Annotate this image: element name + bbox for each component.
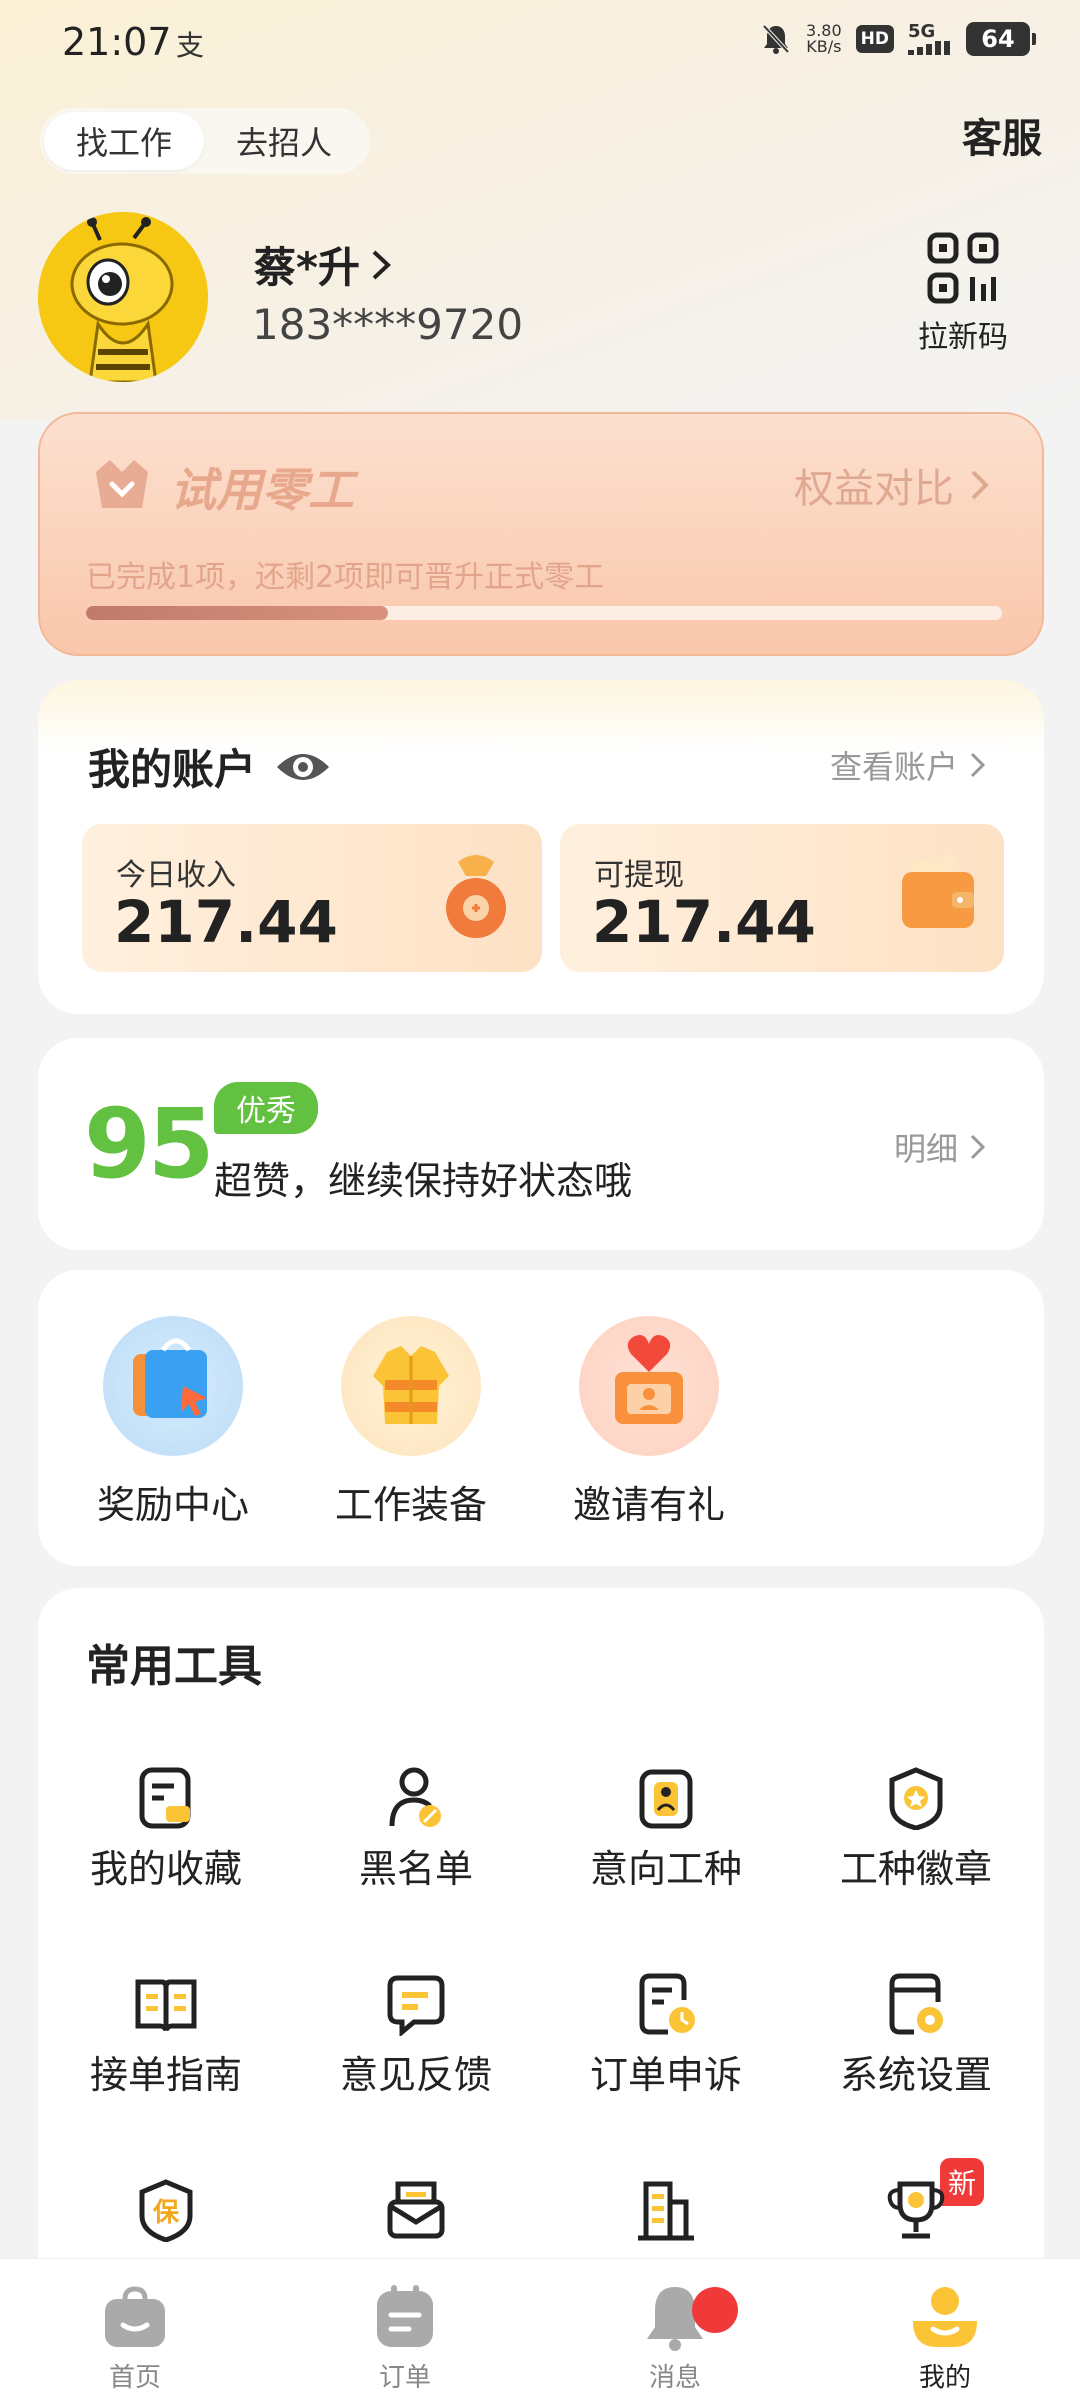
order-icon (369, 2281, 441, 2353)
tool-insurance[interactable]: 保 (46, 2178, 286, 2250)
chevron-right-icon (970, 1134, 986, 1160)
score-description: 超赞，继续保持好状态哦 (214, 1159, 633, 1203)
tool-my-favorites[interactable]: 我的收藏 (46, 1766, 286, 1893)
trial-worker-card[interactable]: 试用零工 权益对比 已完成1项，还剩2项即可晋升正式零工 (38, 412, 1044, 656)
benefit-compare-link[interactable]: 权益对比 (794, 456, 990, 514)
tab-find-work[interactable]: 找工作 (44, 112, 204, 170)
avatar[interactable] (38, 212, 208, 382)
service-score-card[interactable]: 95 优秀 超赞，继续保持好状态哦 明细 (38, 1038, 1044, 1250)
tool-mail[interactable] (296, 2178, 536, 2250)
trial-progress-fill (86, 606, 389, 620)
settings-doc-icon (884, 1972, 948, 2036)
today-income-value: 217.44 (114, 888, 338, 956)
user-name[interactable]: 蔡*升 (254, 234, 392, 295)
tool-order-appeal[interactable]: 订单申诉 (546, 1972, 786, 2099)
score-badge: 优秀 (214, 1082, 318, 1134)
profile-icon (909, 2281, 981, 2353)
chevron-right-icon (970, 752, 986, 778)
order-clock-icon (634, 1972, 698, 2036)
tool-blacklist[interactable]: 黑名单 (296, 1766, 536, 1893)
id-card-icon (634, 1766, 698, 1830)
insurance-shield-icon: 保 (134, 2178, 198, 2243)
score-value: 95 (84, 1088, 215, 1200)
account-card: 我的账户 查看账户 今日收入 217.44 可提现 217.44 (38, 680, 1044, 1014)
jacket-icon (341, 1316, 481, 1456)
tool-order-guide[interactable]: 接单指南 (46, 1972, 286, 2099)
withdrawable-box[interactable]: 可提现 217.44 (560, 824, 1004, 972)
bottom-nav: 首页 订单 消息 我的 (0, 2258, 1080, 2408)
invite-gift-entry[interactable]: 邀请有礼 (554, 1316, 744, 1529)
trial-title: 试用零工 (170, 463, 354, 517)
svg-text:保: 保 (152, 2198, 180, 2228)
book-icon (134, 1972, 198, 2036)
score-detail-link[interactable]: 明细 (894, 1124, 986, 1170)
feedback-icon (384, 1972, 448, 2038)
account-title: 我的账户 (88, 736, 332, 797)
mail-icon (384, 2178, 448, 2242)
alipay-icon: 支 (176, 29, 205, 62)
gift-heart-icon (579, 1316, 719, 1456)
status-bar: 21:07 支 3.80 KB/s HD 5G 64 (0, 0, 1080, 84)
money-bag-icon (446, 855, 506, 938)
nav-profile[interactable]: 我的 (810, 2259, 1080, 2408)
trophy-icon (884, 2178, 948, 2242)
hd-icon: HD (855, 25, 894, 53)
view-account-link[interactable]: 查看账户 (830, 742, 986, 788)
work-gear-entry[interactable]: 工作装备 (316, 1316, 506, 1529)
signal-icon: 5G (908, 23, 952, 55)
trial-description: 已完成1项，还剩2项即可晋升正式零工 (86, 560, 605, 595)
net-speed: 3.80 KB/s (806, 21, 842, 56)
chevron-right-icon (372, 250, 391, 279)
customer-service-button[interactable]: 客服 (962, 106, 1042, 164)
tools-title: 常用工具 (86, 1641, 262, 1692)
eye-icon[interactable] (274, 749, 332, 785)
tab-recruit[interactable]: 去招人 (204, 112, 364, 170)
tool-feedback[interactable]: 意见反馈 (296, 1972, 536, 2099)
trial-progress-bar (86, 606, 1002, 620)
wallet-icon (902, 853, 974, 928)
today-income-box[interactable]: 今日收入 217.44 (82, 824, 542, 972)
tool-system-settings[interactable]: 系统设置 (796, 1972, 1036, 2099)
qr-label: 拉新码 (918, 320, 1008, 355)
nav-orders[interactable]: 订单 (270, 2259, 540, 2408)
user-phone: 183****9720 (252, 300, 524, 349)
mode-toggle: 找工作 去招人 (40, 108, 370, 174)
unread-dot (692, 2287, 738, 2333)
battery-icon: 64 (966, 22, 1036, 56)
withdrawable-value: 217.44 (592, 888, 816, 956)
shopping-bag-icon (103, 1316, 243, 1456)
invite-qr-button[interactable]: 拉新码 (908, 232, 1018, 356)
tool-company[interactable] (546, 2178, 786, 2250)
tool-job-badge[interactable]: 工种徽章 (796, 1766, 1036, 1893)
badge-shield-icon (884, 1766, 948, 1831)
favorite-doc-icon (134, 1766, 198, 1830)
crown-icon (96, 460, 148, 508)
chevron-right-icon (971, 470, 989, 500)
nav-messages[interactable]: 消息 (540, 2259, 810, 2408)
tool-achievements[interactable]: 新 (796, 2158, 1036, 2250)
home-bag-icon (99, 2281, 171, 2353)
tool-intended-job[interactable]: 意向工种 (546, 1766, 786, 1893)
nav-home[interactable]: 首页 (0, 2259, 270, 2408)
bee-mascot-icon (38, 212, 208, 382)
reward-center-entry[interactable]: 奖励中心 (78, 1316, 268, 1529)
status-time: 21:07 (62, 20, 172, 64)
building-icon (634, 2178, 698, 2242)
blocked-user-icon (384, 1766, 448, 1830)
quick-entry-card: 奖励中心 工作装备 邀请有礼 (38, 1270, 1044, 1566)
mute-bell-icon (762, 24, 790, 54)
qr-code-icon (927, 232, 999, 304)
